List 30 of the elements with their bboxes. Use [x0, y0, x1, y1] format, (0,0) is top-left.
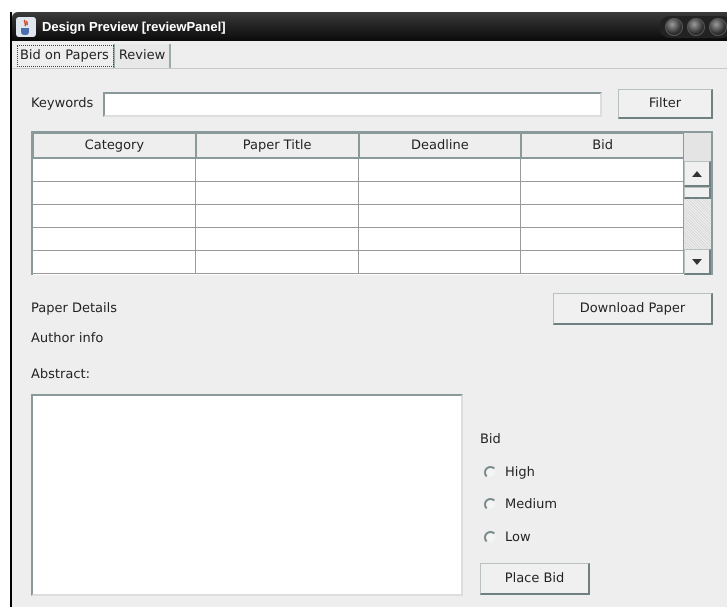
- window-control-icon[interactable]: [665, 18, 683, 36]
- radio-option[interactable]: Medium: [484, 495, 590, 514]
- keywords-field[interactable]: [103, 92, 602, 116]
- down-triangle-icon: [692, 258, 702, 264]
- scroll-up-button[interactable]: [684, 161, 711, 187]
- radio-option[interactable]: High: [484, 462, 590, 482]
- radio-option[interactable]: Low: [484, 528, 590, 547]
- column-header[interactable]: Category: [33, 133, 196, 159]
- author-info-label: Author info: [31, 330, 104, 348]
- tab[interactable]: Review: [114, 44, 172, 68]
- place-bid-button[interactable]: Place Bid: [480, 563, 590, 595]
- scroll-thumb[interactable]: [684, 187, 711, 199]
- coffee-cup-icon: [16, 16, 36, 36]
- column-header[interactable]: Paper Title: [196, 133, 358, 159]
- abstract-label: Abstract:: [31, 366, 91, 384]
- abstract-field[interactable]: [31, 394, 463, 596]
- download-paper-button[interactable]: Download Paper: [553, 293, 713, 325]
- filter-button[interactable]: Filter: [618, 89, 713, 119]
- scroll-down-button[interactable]: [684, 249, 711, 275]
- window-control-icon[interactable]: [709, 18, 727, 36]
- window-title: Design Preview [reviewPanel]: [42, 18, 226, 36]
- up-triangle-icon: [692, 170, 702, 176]
- column-header[interactable]: Bid: [521, 133, 684, 159]
- window-control-icon[interactable]: [687, 18, 705, 36]
- column-header[interactable]: Deadline: [358, 133, 522, 159]
- keywords-label: Keywords: [31, 95, 94, 114]
- bid-label: Bid: [480, 431, 502, 449]
- tab[interactable]: Bid on Papers: [16, 44, 115, 68]
- scrollbar[interactable]: [684, 133, 711, 275]
- paper-details-label: Paper Details: [31, 300, 118, 318]
